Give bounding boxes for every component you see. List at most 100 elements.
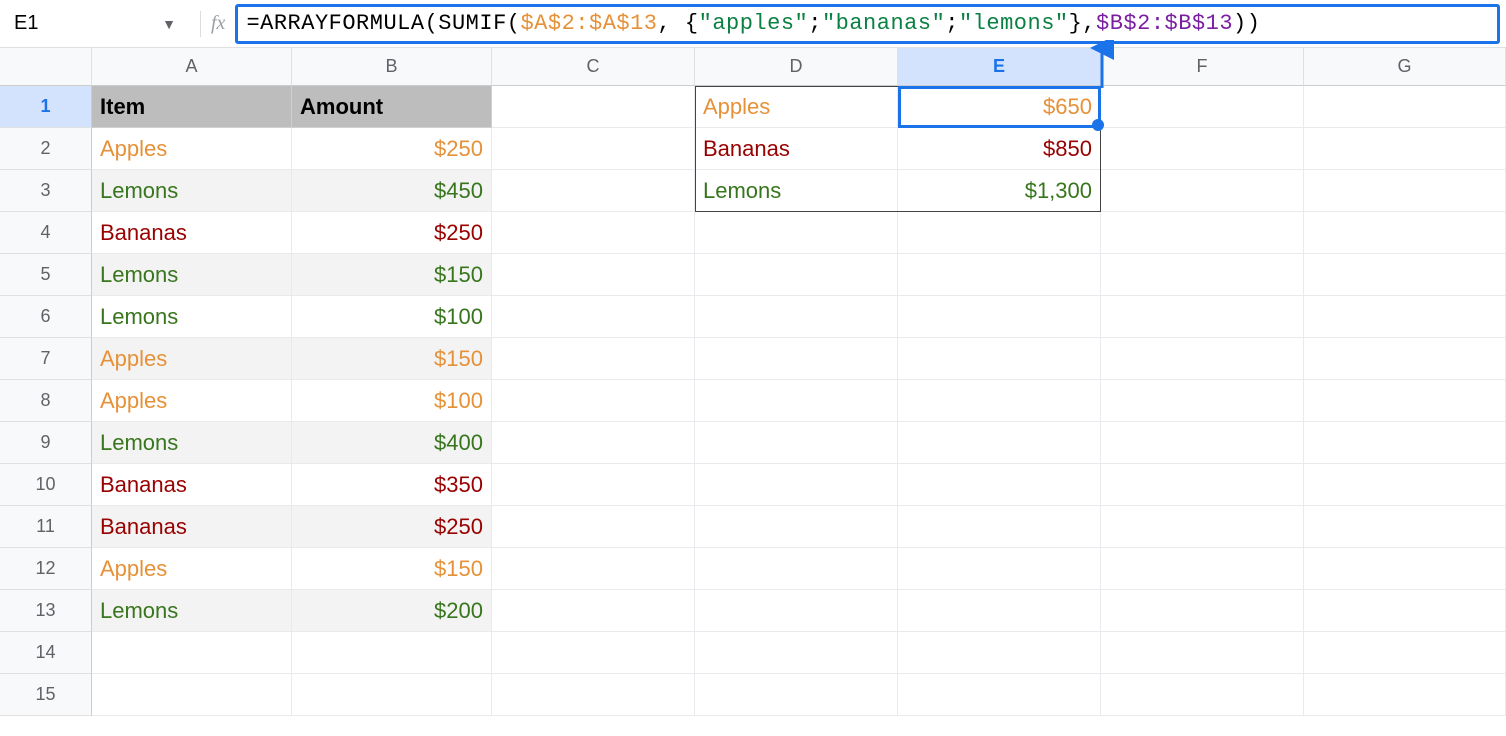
row-header[interactable]: 14 xyxy=(0,632,92,674)
cell-F7[interactable] xyxy=(1101,338,1304,380)
cell-G5[interactable] xyxy=(1304,254,1506,296)
cell-G3[interactable] xyxy=(1304,170,1506,212)
cell-F1[interactable] xyxy=(1101,86,1304,128)
row-header[interactable]: 7 xyxy=(0,338,92,380)
col-header-b[interactable]: B xyxy=(292,48,492,86)
cell-E1[interactable]: $650 xyxy=(898,86,1101,128)
cell-A8[interactable]: Apples xyxy=(92,380,292,422)
cell-G13[interactable] xyxy=(1304,590,1506,632)
cell-C11[interactable] xyxy=(492,506,695,548)
cell-D12[interactable] xyxy=(695,548,898,590)
cell-A12[interactable]: Apples xyxy=(92,548,292,590)
cell-G6[interactable] xyxy=(1304,296,1506,338)
cell-D14[interactable] xyxy=(695,632,898,674)
cell-E11[interactable] xyxy=(898,506,1101,548)
cell-B10[interactable]: $350 xyxy=(292,464,492,506)
cell-G7[interactable] xyxy=(1304,338,1506,380)
cell-B9[interactable]: $400 xyxy=(292,422,492,464)
cell-C10[interactable] xyxy=(492,464,695,506)
cell-D10[interactable] xyxy=(695,464,898,506)
cell-A5[interactable]: Lemons xyxy=(92,254,292,296)
cell-C5[interactable] xyxy=(492,254,695,296)
cell-B4[interactable]: $250 xyxy=(292,212,492,254)
cell-D1[interactable]: Apples xyxy=(695,86,898,128)
formula-bar[interactable]: =ARRAYFORMULA(SUMIF($A$2:$A$13, {"apples… xyxy=(235,4,1500,44)
cell-A11[interactable]: Bananas xyxy=(92,506,292,548)
cell-E13[interactable] xyxy=(898,590,1101,632)
cell-B5[interactable]: $150 xyxy=(292,254,492,296)
cell-G8[interactable] xyxy=(1304,380,1506,422)
cell-C1[interactable] xyxy=(492,86,695,128)
cell-E4[interactable] xyxy=(898,212,1101,254)
col-header-f[interactable]: F xyxy=(1101,48,1304,86)
cell-C12[interactable] xyxy=(492,548,695,590)
row-header[interactable]: 8 xyxy=(0,380,92,422)
cell-C6[interactable] xyxy=(492,296,695,338)
cell-A2[interactable]: Apples xyxy=(92,128,292,170)
cell-F9[interactable] xyxy=(1101,422,1304,464)
name-box[interactable]: E1 ▼ xyxy=(0,0,190,47)
row-header[interactable]: 11 xyxy=(0,506,92,548)
cell-E14[interactable] xyxy=(898,632,1101,674)
cell-E8[interactable] xyxy=(898,380,1101,422)
select-all-corner[interactable] xyxy=(0,48,92,86)
cell-C2[interactable] xyxy=(492,128,695,170)
cell-D11[interactable] xyxy=(695,506,898,548)
cell-G9[interactable] xyxy=(1304,422,1506,464)
cell-F15[interactable] xyxy=(1101,674,1304,716)
row-header[interactable]: 5 xyxy=(0,254,92,296)
cell-D13[interactable] xyxy=(695,590,898,632)
cell-F2[interactable] xyxy=(1101,128,1304,170)
row-header[interactable]: 1 xyxy=(0,86,92,128)
cell-B13[interactable]: $200 xyxy=(292,590,492,632)
cell-C13[interactable] xyxy=(492,590,695,632)
cell-F13[interactable] xyxy=(1101,590,1304,632)
cell-G15[interactable] xyxy=(1304,674,1506,716)
row-header[interactable]: 4 xyxy=(0,212,92,254)
cell-B6[interactable]: $100 xyxy=(292,296,492,338)
cell-E2[interactable]: $850 xyxy=(898,128,1101,170)
cell-E6[interactable] xyxy=(898,296,1101,338)
cell-B15[interactable] xyxy=(292,674,492,716)
cell-F14[interactable] xyxy=(1101,632,1304,674)
cell-B8[interactable]: $100 xyxy=(292,380,492,422)
cell-G11[interactable] xyxy=(1304,506,1506,548)
cell-E3[interactable]: $1,300 xyxy=(898,170,1101,212)
cell-D5[interactable] xyxy=(695,254,898,296)
cell-F11[interactable] xyxy=(1101,506,1304,548)
cell-A10[interactable]: Bananas xyxy=(92,464,292,506)
col-header-c[interactable]: C xyxy=(492,48,695,86)
cell-B7[interactable]: $150 xyxy=(292,338,492,380)
cell-G14[interactable] xyxy=(1304,632,1506,674)
cell-A9[interactable]: Lemons xyxy=(92,422,292,464)
cell-F10[interactable] xyxy=(1101,464,1304,506)
cell-A7[interactable]: Apples xyxy=(92,338,292,380)
cell-G12[interactable] xyxy=(1304,548,1506,590)
cell-G4[interactable] xyxy=(1304,212,1506,254)
cell-E15[interactable] xyxy=(898,674,1101,716)
cell-B14[interactable] xyxy=(292,632,492,674)
cell-D15[interactable] xyxy=(695,674,898,716)
col-header-d[interactable]: D xyxy=(695,48,898,86)
cell-C15[interactable] xyxy=(492,674,695,716)
cell-F8[interactable] xyxy=(1101,380,1304,422)
cell-E12[interactable] xyxy=(898,548,1101,590)
cell-F5[interactable] xyxy=(1101,254,1304,296)
cell-E7[interactable] xyxy=(898,338,1101,380)
cell-A1[interactable]: Item xyxy=(92,86,292,128)
cell-G10[interactable] xyxy=(1304,464,1506,506)
cell-E10[interactable] xyxy=(898,464,1101,506)
cell-C3[interactable] xyxy=(492,170,695,212)
cell-B1[interactable]: Amount xyxy=(292,86,492,128)
cell-A3[interactable]: Lemons xyxy=(92,170,292,212)
cell-E9[interactable] xyxy=(898,422,1101,464)
cell-C4[interactable] xyxy=(492,212,695,254)
cell-D2[interactable]: Bananas xyxy=(695,128,898,170)
cell-C7[interactable] xyxy=(492,338,695,380)
row-header[interactable]: 13 xyxy=(0,590,92,632)
cell-D8[interactable] xyxy=(695,380,898,422)
cell-F4[interactable] xyxy=(1101,212,1304,254)
cell-B3[interactable]: $450 xyxy=(292,170,492,212)
cell-D4[interactable] xyxy=(695,212,898,254)
cell-A4[interactable]: Bananas xyxy=(92,212,292,254)
